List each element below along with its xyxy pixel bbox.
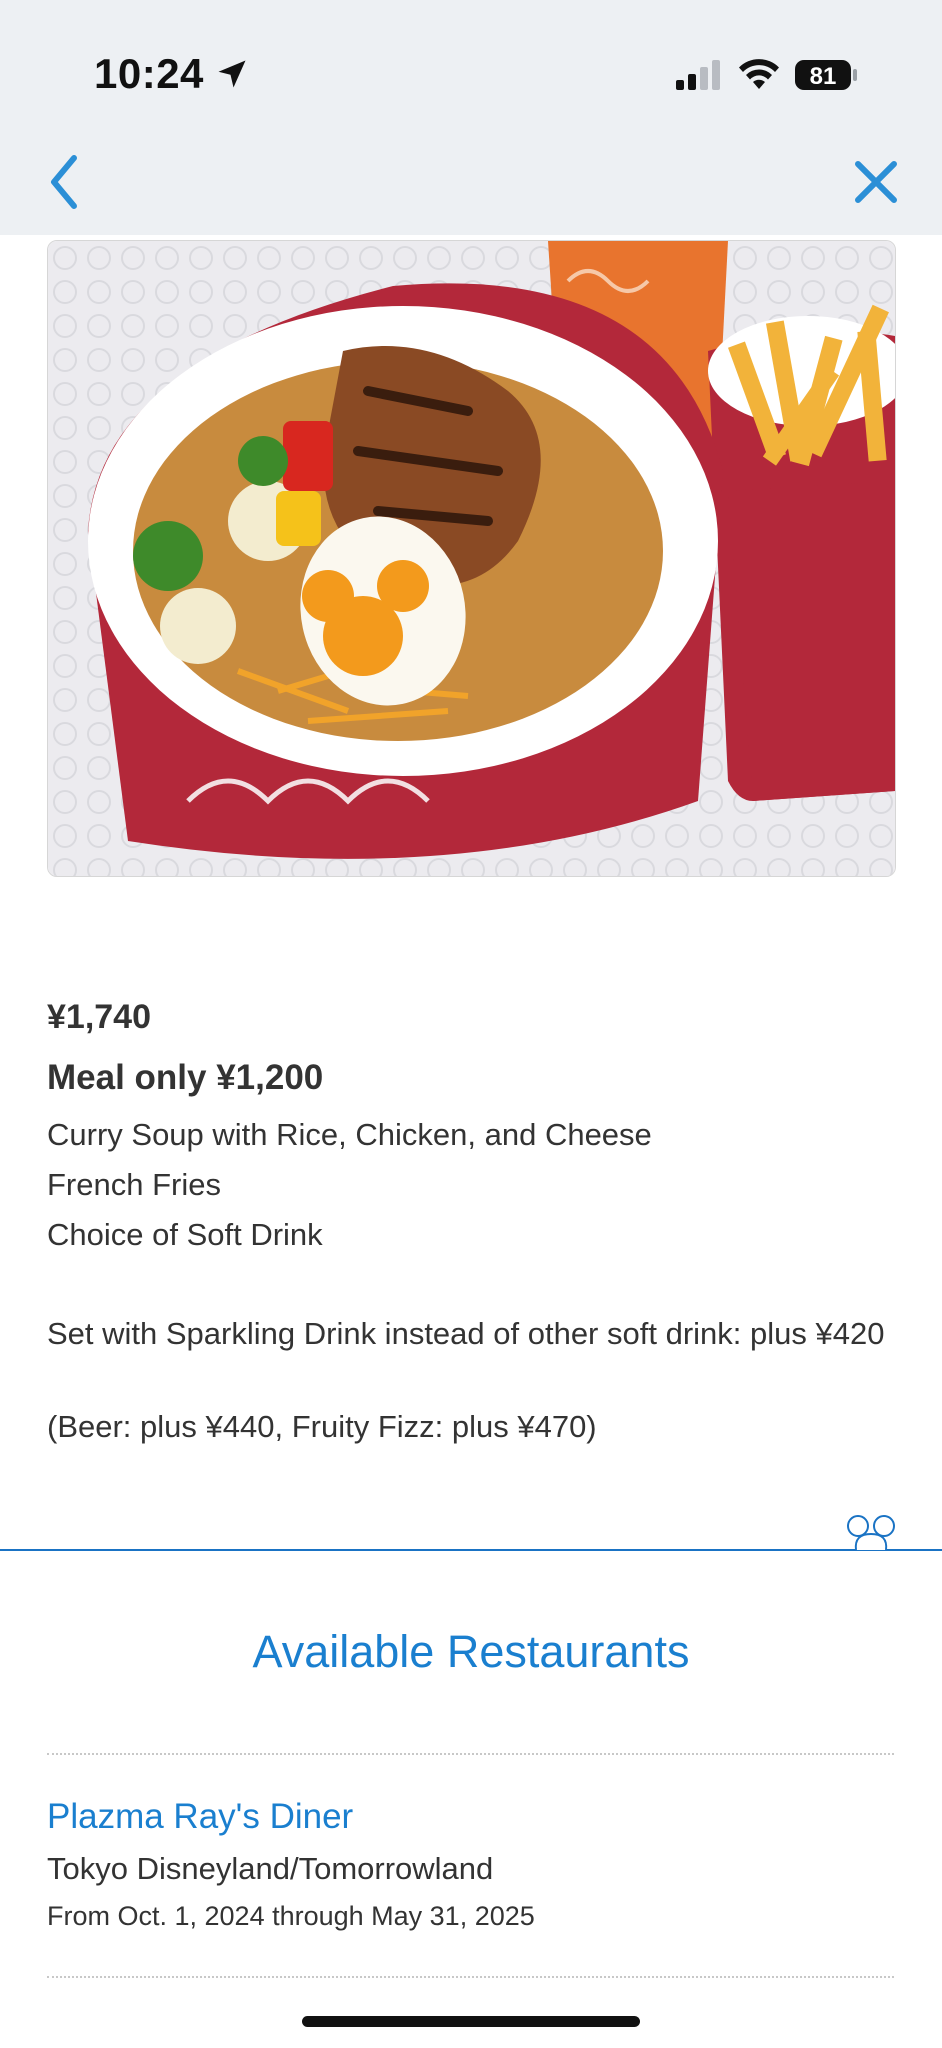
set-price: ¥1,740	[47, 998, 151, 1036]
back-button[interactable]	[40, 150, 92, 214]
menu-item-line: Choice of Soft Drink	[47, 1217, 323, 1252]
available-restaurants-title: Available Restaurants	[252, 1626, 690, 1677]
menu-item-photo	[47, 240, 896, 877]
cellular-signal-icon	[676, 60, 720, 90]
meal-only-price: Meal only ¥1,200	[47, 1058, 324, 1097]
section-divider	[0, 1549, 942, 1551]
beer-fizz-note: (Beer: plus ¥440, Fruity Fizz: plus ¥470…	[47, 1409, 597, 1444]
dotted-separator	[47, 1753, 894, 1755]
restaurant-location: Tokyo Disneyland/Tomorrowland	[47, 1851, 494, 1886]
wifi-icon	[739, 59, 779, 89]
close-button[interactable]	[850, 156, 902, 208]
dotted-separator	[47, 1976, 894, 1978]
restaurant-link[interactable]: Plazma Ray's Diner	[47, 1797, 353, 1837]
location-arrow-icon	[218, 60, 246, 88]
header-bar: 10:24 81	[0, 0, 942, 235]
curry-set-illustration	[48, 241, 895, 876]
menu-item-line: French Fries	[47, 1167, 221, 1202]
menu-item-line: Curry Soup with Rice, Chicken, and Chees…	[47, 1117, 652, 1152]
status-time: 10:24	[94, 50, 204, 97]
battery-icon: 81	[795, 60, 857, 90]
restaurant-dates: From Oct. 1, 2024 through May 31, 2025	[47, 1901, 535, 1931]
sparkling-drink-note: Set with Sparkling Drink instead of othe…	[47, 1316, 885, 1351]
mickey-ears-icon	[847, 1515, 895, 1551]
battery-level: 81	[810, 63, 837, 90]
home-indicator[interactable]	[302, 2016, 640, 2027]
